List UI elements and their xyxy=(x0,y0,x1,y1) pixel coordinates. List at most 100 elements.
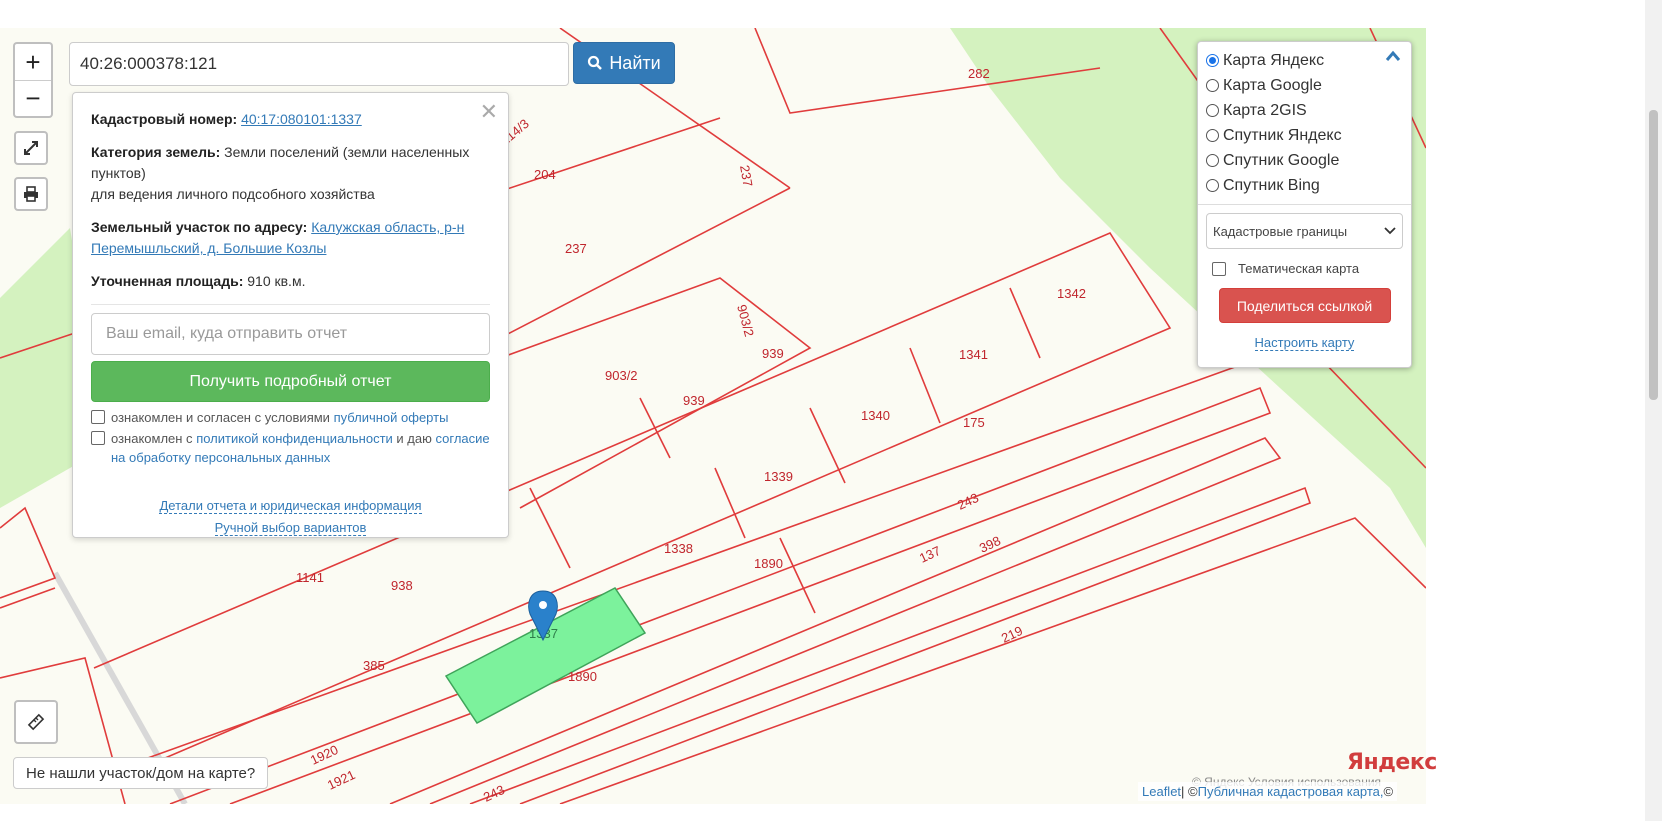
leaflet-link[interactable]: Leaflet xyxy=(1142,784,1181,799)
popup-divider xyxy=(91,304,490,305)
manual-selection-link[interactable]: Ручной выбор вариантов xyxy=(214,520,367,536)
search-input-value: 40:26:000378:121 xyxy=(80,54,218,73)
offer-consent-row: ознакомлен и согласен с условиями публич… xyxy=(91,408,490,427)
parcel-label: 243 xyxy=(955,490,981,513)
parcel-label: 398 xyxy=(977,533,1003,556)
parcel-label: 1342 xyxy=(1057,286,1086,301)
parcel-label: 385 xyxy=(363,658,385,673)
zoom-control: + − xyxy=(13,42,53,118)
layer-option-label: Спутник Bing xyxy=(1223,176,1320,194)
offer-consent-text: ознакомлен и согласен с условиями xyxy=(111,410,330,425)
land-usage-value: для ведения личного подсобного хозяйства xyxy=(91,186,375,202)
public-offer-link[interactable]: публичной оферты xyxy=(334,410,449,425)
parcel-label: 219 xyxy=(999,623,1025,646)
yandex-logo: Яндекс xyxy=(1347,750,1437,775)
layer-radio[interactable] xyxy=(1206,129,1219,142)
layer-option-label: Карта 2GIS xyxy=(1223,101,1307,119)
area-value: 910 кв.м. xyxy=(247,273,306,289)
share-link-button[interactable]: Поделиться ссылкой xyxy=(1218,288,1391,323)
chevron-down-icon xyxy=(1384,227,1396,235)
parcel-label: 903/2 xyxy=(605,368,638,383)
parcel-label: 204 xyxy=(534,167,556,182)
address-row: Земельный участок по адресу: Калужская о… xyxy=(91,217,490,259)
thematic-map-checkbox[interactable] xyxy=(1212,261,1226,276)
thematic-map-label: Тематическая карта xyxy=(1238,261,1360,276)
fullscreen-icon xyxy=(24,141,38,155)
thematic-map-row: Тематическая карта xyxy=(1212,261,1403,276)
privacy-consent-mid: и даю xyxy=(396,431,432,446)
parcel-label: 243 xyxy=(481,782,507,804)
area-row: Уточненная площадь: 910 кв.м. xyxy=(91,271,490,292)
parcel-label: 282 xyxy=(968,66,990,81)
ruler-button[interactable] xyxy=(14,700,58,744)
ruler-icon xyxy=(27,713,45,731)
get-report-button[interactable]: Получить подробный отчет xyxy=(91,361,490,402)
cadastral-number-link[interactable]: 40:17:080101:1337 xyxy=(241,111,362,127)
privacy-consent-text: ознакомлен с xyxy=(111,431,193,446)
layer-option-google-satellite[interactable]: Спутник Google xyxy=(1206,148,1403,173)
email-field[interactable]: Ваш email, куда отправить отчет xyxy=(91,313,490,355)
parcel-label: 1141 xyxy=(296,570,324,585)
pkk-link[interactable]: Публичная кадастровая карта, xyxy=(1198,784,1384,799)
layer-option-yandex-map[interactable]: Карта Яндекс xyxy=(1206,48,1403,73)
privacy-policy-link[interactable]: политикой конфиденциальности xyxy=(196,431,393,446)
zoom-out-button[interactable]: − xyxy=(15,80,51,116)
parcel-label: 939 xyxy=(683,393,705,408)
overlay-select[interactable]: Кадастровые границы xyxy=(1206,213,1403,249)
search-input[interactable]: 40:26:000378:121 xyxy=(69,42,569,86)
layer-radio[interactable] xyxy=(1206,179,1219,192)
parcel-label: 1339 xyxy=(764,469,793,484)
land-category-label: Категория земель: xyxy=(91,144,221,160)
overlay-select-value: Кадастровые границы xyxy=(1213,223,1348,239)
parcel-label: 237 xyxy=(737,164,756,188)
parcel-label: 1890 xyxy=(568,669,597,684)
privacy-consent-row: ознакомлен с политикой конфиденциальност… xyxy=(91,429,490,467)
area-label: Уточненная площадь: xyxy=(91,273,244,289)
search-button[interactable]: Найти xyxy=(573,42,675,84)
offer-consent-checkbox[interactable] xyxy=(91,410,105,424)
layer-option-bing-satellite[interactable]: Спутник Bing xyxy=(1206,173,1403,198)
parcel-label: 938 xyxy=(391,578,413,593)
cadastral-number-row: Кадастровый номер: 40:17:080101:1337 xyxy=(91,109,490,130)
layer-radio[interactable] xyxy=(1206,104,1219,117)
privacy-consent-checkbox[interactable] xyxy=(91,431,105,445)
layer-option-yandex-satellite[interactable]: Спутник Яндекс xyxy=(1206,123,1403,148)
parcel-label: 1921 xyxy=(325,767,358,793)
parcel-label: 903/2 xyxy=(734,303,757,338)
report-details-link[interactable]: Детали отчета и юридическая информация xyxy=(159,498,422,514)
layer-radio[interactable] xyxy=(1206,54,1219,67)
scrollbar-thumb[interactable] xyxy=(1649,110,1658,400)
page-scrollbar[interactable] xyxy=(1645,0,1662,821)
setup-map-row: Настроить карту xyxy=(1206,335,1403,351)
printer-icon xyxy=(24,186,38,202)
parcel-label: 1338 xyxy=(664,541,693,556)
layer-option-google-map[interactable]: Карта Google xyxy=(1206,73,1403,98)
attribution-separator: | © xyxy=(1181,784,1198,799)
cadastral-number-label: Кадастровый номер: xyxy=(91,111,238,127)
layer-radio[interactable] xyxy=(1206,79,1219,92)
address-label: Земельный участок по адресу: xyxy=(91,219,308,235)
layer-switcher-panel: Карта Яндекс Карта Google Карта 2GIS Спу… xyxy=(1197,41,1412,368)
parcel-label: 1341 xyxy=(959,347,988,362)
parcel-label: 237 xyxy=(565,241,587,256)
print-button[interactable] xyxy=(14,177,48,211)
layer-radio[interactable] xyxy=(1206,154,1219,167)
layer-option-2gis-map[interactable]: Карта 2GIS xyxy=(1206,98,1403,123)
setup-map-link[interactable]: Настроить карту xyxy=(1254,335,1355,351)
land-category-row: Категория земель: Земли поселений (земли… xyxy=(91,142,490,205)
parcel-label: 1340 xyxy=(861,408,890,423)
zoom-in-button[interactable]: + xyxy=(15,44,51,80)
parcel-label: 1890 xyxy=(754,556,783,571)
search-icon xyxy=(588,55,603,70)
close-icon[interactable]: ✕ xyxy=(480,99,498,125)
fullscreen-button[interactable] xyxy=(14,131,48,165)
attribution-copyright: © xyxy=(1383,784,1394,799)
layer-option-label: Карта Яндекс xyxy=(1223,51,1325,69)
chevron-up-icon[interactable] xyxy=(1385,50,1401,62)
parcel-label: 137 xyxy=(917,543,943,566)
search-button-label: Найти xyxy=(609,52,661,73)
layer-option-label: Спутник Google xyxy=(1223,151,1340,169)
not-found-button[interactable]: Не нашли участок/дом на карте? xyxy=(13,757,269,789)
layer-divider xyxy=(1198,204,1411,205)
layer-option-label: Спутник Яндекс xyxy=(1223,126,1342,144)
